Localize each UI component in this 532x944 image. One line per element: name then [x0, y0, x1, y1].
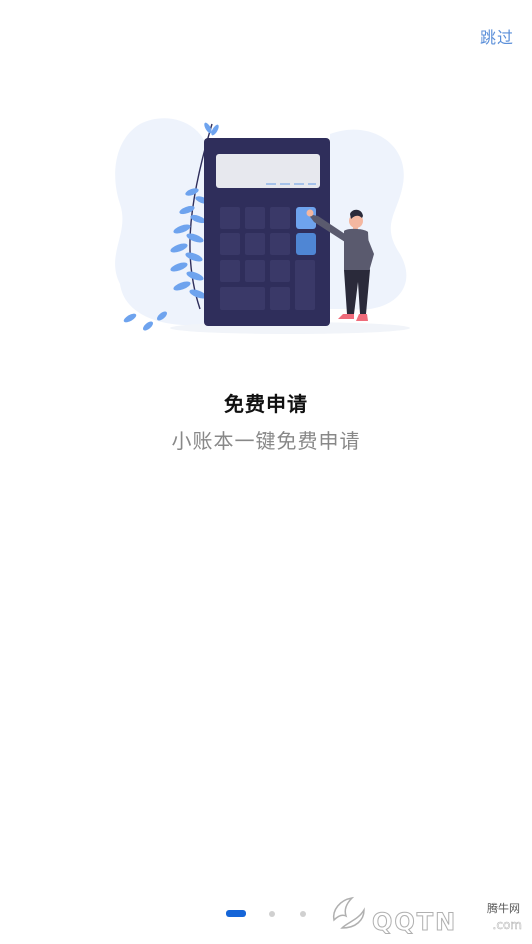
calculator-key-highlight-2: [296, 233, 316, 255]
page-indicator: [226, 910, 316, 918]
page-title: 免费申请: [224, 392, 308, 416]
qqtn-logo-icon: [332, 896, 365, 929]
watermark-brand-cn: 腾牛网: [487, 902, 520, 915]
page-indicator-dot[interactable]: [269, 911, 275, 917]
skip-button[interactable]: 跳过: [480, 24, 514, 48]
calculator-screen: [216, 154, 320, 188]
watermark: QQTN 腾牛网 .com: [320, 888, 526, 940]
watermark-brand: QQTN: [371, 908, 458, 937]
watermark-domain: .com: [492, 918, 522, 933]
page-indicator-dot[interactable]: [300, 911, 306, 917]
page-subtitle: 小账本一键免费申请: [171, 429, 361, 453]
calculator-person-illustration: [115, 118, 410, 334]
page-indicator-dot-active[interactable]: [226, 910, 246, 917]
